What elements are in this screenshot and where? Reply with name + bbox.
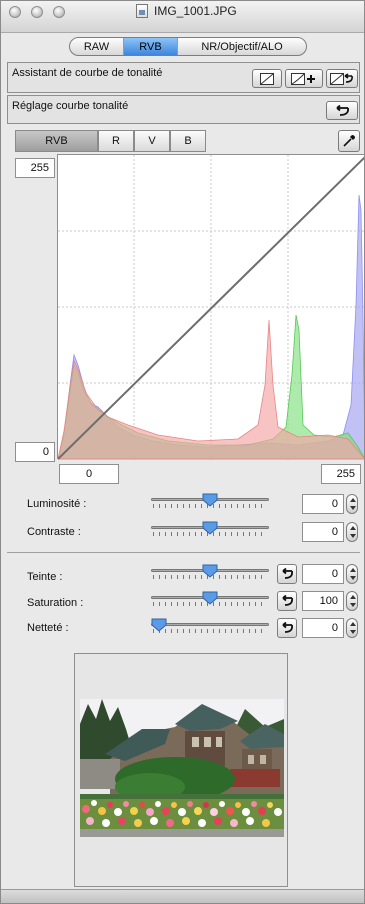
reset-arrow-icon [336, 104, 349, 116]
channel-tab-b[interactable]: B [170, 130, 206, 152]
flower-bed [80, 799, 284, 829]
saturation-label: Saturation : [27, 597, 84, 609]
sharpness-stepper[interactable] [346, 618, 358, 638]
output-min-value[interactable]: 0 [15, 442, 55, 462]
contrast-slider-thumb[interactable] [202, 521, 218, 535]
luminosity-stepper[interactable] [346, 494, 358, 514]
zoom-window-button[interactable] [53, 6, 65, 18]
tone-curve-line[interactable] [58, 156, 365, 460]
curve-adjust-reset-button[interactable] [326, 101, 358, 120]
saturation-slider-thumb[interactable] [202, 591, 218, 605]
luminosity-slider-thumb[interactable] [202, 493, 218, 507]
hue-stepper[interactable] [346, 564, 358, 584]
sharpness-label: Netteté : [27, 622, 69, 634]
hue-value[interactable]: 0 [302, 564, 344, 584]
preview-thumbnail[interactable] [80, 699, 284, 837]
saturation-reset-button[interactable] [277, 591, 297, 611]
house-photo [80, 699, 284, 837]
output-max-value[interactable]: 255 [15, 158, 55, 178]
panel-tabs: RAW RVB NR/Objectif/ALO [69, 37, 307, 56]
bottom-bar [1, 889, 364, 903]
minimize-window-button[interactable] [31, 6, 43, 18]
input-max-value[interactable]: 255 [321, 464, 361, 484]
image-preview-panel [74, 653, 288, 887]
histogram-chart [58, 155, 365, 460]
tone-curve-assistant-section: Assistant de courbe de tonalité [7, 62, 360, 93]
hue-slider-thumb[interactable] [202, 564, 218, 578]
reset-arrow-icon [282, 568, 294, 579]
sharpness-slider[interactable] [151, 618, 269, 634]
saturation-value[interactable]: 100 [302, 591, 344, 611]
tone-curve-adjust-section: Réglage courbe tonalité [7, 95, 360, 124]
reset-arrow-icon [282, 595, 294, 606]
curve-plus-icon [291, 72, 315, 85]
contrast-value[interactable]: 0 [302, 522, 344, 542]
channel-tab-v[interactable]: V [134, 130, 170, 152]
luminosity-slider[interactable] [151, 493, 269, 509]
channel-tab-r[interactable]: R [98, 130, 134, 152]
contrast-stepper[interactable] [346, 522, 358, 542]
curve-reset-icon [330, 72, 353, 85]
hue-slider[interactable] [151, 564, 269, 580]
close-window-button[interactable] [9, 6, 21, 18]
tone-curve-graph[interactable] [57, 154, 365, 460]
hue-label: Teinte : [27, 571, 63, 583]
tab-raw[interactable]: RAW [70, 38, 124, 55]
sharpness-reset-button[interactable] [277, 618, 297, 638]
eyedropper-button[interactable] [338, 130, 360, 152]
input-min-value[interactable]: 0 [59, 464, 119, 484]
document-icon [136, 4, 148, 18]
curve-icon [260, 72, 274, 85]
saturation-stepper[interactable] [346, 591, 358, 611]
tab-rvb[interactable]: RVB [124, 38, 178, 55]
tab-nr-objectif-alo[interactable]: NR/Objectif/ALO [178, 38, 306, 55]
tone-curve-window: IMG_1001.JPG RAW RVB NR/Objectif/ALO Ass… [0, 0, 365, 904]
saturation-slider[interactable] [151, 591, 269, 607]
curve-assist-normal-button[interactable] [252, 69, 282, 88]
curve-assist-add-button[interactable] [285, 69, 323, 88]
reset-arrow-icon [282, 622, 294, 633]
window-title-group: IMG_1001.JPG [136, 3, 237, 19]
sharpness-value[interactable]: 0 [302, 618, 344, 638]
hue-reset-button[interactable] [277, 564, 297, 584]
tone-curve-assistant-label: Assistant de courbe de tonalité [12, 67, 163, 79]
luminosity-value[interactable]: 0 [302, 494, 344, 514]
eyedropper-icon [343, 135, 355, 147]
contrast-slider[interactable] [151, 521, 269, 537]
sharpness-slider-thumb[interactable] [151, 618, 167, 632]
channel-tab-rvb[interactable]: RVB [15, 130, 98, 152]
curve-assist-reset-button[interactable] [326, 69, 358, 88]
tone-curve-adjust-label: Réglage courbe tonalité [12, 100, 129, 112]
title-bar: IMG_1001.JPG [1, 1, 364, 33]
window-title: IMG_1001.JPG [154, 4, 237, 18]
contrast-label: Contraste : [27, 526, 81, 538]
luminosity-label: Luminosité : [27, 498, 87, 510]
section-divider [7, 552, 360, 553]
